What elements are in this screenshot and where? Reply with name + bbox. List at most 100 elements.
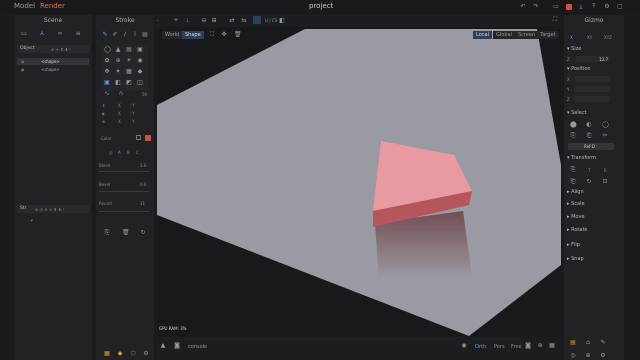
move-section[interactable]: ▸ Move xyxy=(567,214,585,220)
mode-render-tab[interactable]: Render xyxy=(40,2,65,10)
viewport[interactable]: − + 1 ⊖ ⊞ ⇄ ⇆ U | CS ◧ World Shape ⛶ ✥ 🗑… xyxy=(157,15,561,360)
save-icon[interactable] xyxy=(566,4,572,10)
shape-icon[interactable]: ◯ xyxy=(104,47,111,53)
target-icon[interactable]: ◎ xyxy=(570,353,576,359)
shape-icon[interactable]: ▣ xyxy=(104,80,110,86)
shape-icon[interactable]: ☀ xyxy=(126,58,132,64)
reset-icon[interactable]: ↻ xyxy=(586,179,592,185)
abc-option[interactable]: A xyxy=(118,150,121,155)
settings-icon[interactable]: ⚙ xyxy=(600,353,606,359)
grid-icon[interactable]: ▦ xyxy=(549,343,555,349)
shape-icon[interactable]: ✦ xyxy=(115,69,121,75)
list-item[interactable]: ● <shape> xyxy=(17,58,89,65)
fill-icon[interactable]: ▤ xyxy=(142,32,148,38)
curve-icon[interactable]: ∩ xyxy=(118,91,124,97)
home-icon[interactable]: ⌂ xyxy=(585,340,591,346)
window-icon[interactable]: ▢ xyxy=(617,4,623,10)
color-swatch[interactable] xyxy=(145,135,151,141)
cut-icon[interactable]: ✂ xyxy=(602,133,608,139)
brush-icon[interactable]: ✐ xyxy=(112,32,118,38)
list-icon[interactable]: ≡ xyxy=(75,31,81,37)
tab-shape[interactable]: Shape xyxy=(182,31,204,39)
bevel-slider[interactable] xyxy=(99,191,149,192)
settings-icon[interactable]: ⚙ xyxy=(143,351,149,357)
paste-icon[interactable]: ⎗ xyxy=(586,133,592,139)
snap-section[interactable]: ▸ Snap xyxy=(567,256,584,262)
folder-icon[interactable]: ▭ xyxy=(553,4,559,10)
undo-icon[interactable]: ↶ xyxy=(520,4,526,10)
shape-icon[interactable]: ▲ xyxy=(115,47,121,53)
palette-icon[interactable]: ◉ xyxy=(461,343,467,349)
curve-icon[interactable]: ∿ xyxy=(104,91,110,97)
settings-icon[interactable]: ⚙ xyxy=(604,4,610,10)
scene-render[interactable] xyxy=(157,15,561,360)
play-icon[interactable]: ▲ xyxy=(160,343,166,349)
position-y-field[interactable] xyxy=(574,86,610,92)
edit-icon[interactable]: ✎ xyxy=(600,340,606,346)
copy-icon[interactable]: ⎘ xyxy=(104,230,110,236)
pen-icon[interactable]: ✎ xyxy=(102,32,108,38)
copy-icon[interactable]: ⎘ xyxy=(570,133,576,139)
shape-icon[interactable]: ◧ xyxy=(115,80,121,86)
copy-icon[interactable]: ⎘ xyxy=(570,167,576,173)
round-slider[interactable] xyxy=(99,211,149,212)
projection-pers[interactable]: Pers xyxy=(494,344,505,350)
round-value[interactable]: 11 xyxy=(140,201,145,206)
tab-local[interactable]: Local xyxy=(473,31,492,39)
link-icon[interactable]: ∞ xyxy=(57,31,63,37)
tool-icon[interactable]: ⌇ xyxy=(132,32,138,38)
flip-section[interactable]: ▸ Flip xyxy=(567,242,580,248)
scale-icon[interactable]: ⊡ xyxy=(602,179,608,185)
shape-icon[interactable]: ◆ xyxy=(117,351,123,357)
notes-icon[interactable]: ▤ xyxy=(570,340,576,346)
transform-key[interactable]: T xyxy=(588,168,590,173)
axis-x[interactable]: X xyxy=(570,35,573,40)
projection-orth[interactable]: Orth xyxy=(475,344,486,350)
frame-icon[interactable]: ⛶ xyxy=(209,32,215,38)
camera-icon[interactable]: ◙ xyxy=(525,343,531,349)
grid-icon[interactable]: ▦ xyxy=(104,351,110,357)
shape-icon[interactable]: ▦ xyxy=(126,69,132,75)
tab-global[interactable]: Global xyxy=(493,31,515,39)
abc-option[interactable]: B xyxy=(127,150,130,155)
blend-value[interactable]: 1.0 xyxy=(140,163,146,168)
tab-world[interactable]: World xyxy=(162,31,183,39)
blend-slider[interactable] xyxy=(99,171,149,172)
axis-xy[interactable]: XY xyxy=(587,35,592,40)
axis-xyz[interactable]: XYZ xyxy=(604,35,612,40)
size-field[interactable]: 13.7 xyxy=(576,56,610,62)
bevel-value[interactable]: 0.0 xyxy=(140,182,146,187)
select-invert-icon[interactable]: ◐ xyxy=(586,122,592,128)
tab-target[interactable]: Target xyxy=(537,31,559,39)
mode-model-tab[interactable]: Model xyxy=(14,2,35,10)
tab-screen[interactable]: Screen xyxy=(515,31,539,39)
shape-icon[interactable]: ⊕ xyxy=(115,58,121,64)
align-section[interactable]: ▸ Align xyxy=(567,189,584,195)
cube-icon[interactable]: ⬡ xyxy=(130,351,136,357)
paste-icon[interactable]: ⎗ xyxy=(570,179,576,185)
trash-icon[interactable]: 🗑 xyxy=(122,230,130,236)
rotate-section[interactable]: ▸ Rotate xyxy=(567,227,587,233)
shape-icon[interactable]: ▤ xyxy=(126,47,132,53)
select-none-icon[interactable]: ◯ xyxy=(602,122,609,128)
transform-key[interactable]: R xyxy=(604,168,607,173)
refresh-icon[interactable]: ↻ xyxy=(140,230,146,236)
hierarchy-icon[interactable]: ⅄ xyxy=(39,31,45,37)
scene-icon[interactable]: ⊕ xyxy=(585,353,591,359)
frame-icon[interactable]: ⛶ xyxy=(552,17,558,23)
move-icon[interactable]: ✥ xyxy=(221,32,227,38)
download-icon[interactable]: ⤓ xyxy=(578,4,584,10)
folder-icon[interactable]: ▭ xyxy=(21,31,27,37)
projection-free[interactable]: Free xyxy=(511,344,522,350)
console-label[interactable]: console xyxy=(188,344,207,350)
select-all-icon[interactable]: ⬤ xyxy=(570,122,577,128)
ref-d-button[interactable]: Ref-D xyxy=(568,143,614,150)
upload-icon[interactable]: ⤒ xyxy=(591,4,597,10)
shape-icon[interactable]: ◆ xyxy=(137,69,143,75)
redo-icon[interactable]: ↷ xyxy=(533,4,539,10)
trash-icon[interactable]: 🗑 xyxy=(234,32,242,38)
scale-section[interactable]: ▸ Scale xyxy=(567,201,585,207)
abc-option[interactable]: C xyxy=(136,150,139,155)
shape-icon[interactable]: ◉ xyxy=(137,58,143,64)
position-x-field[interactable] xyxy=(574,76,610,82)
